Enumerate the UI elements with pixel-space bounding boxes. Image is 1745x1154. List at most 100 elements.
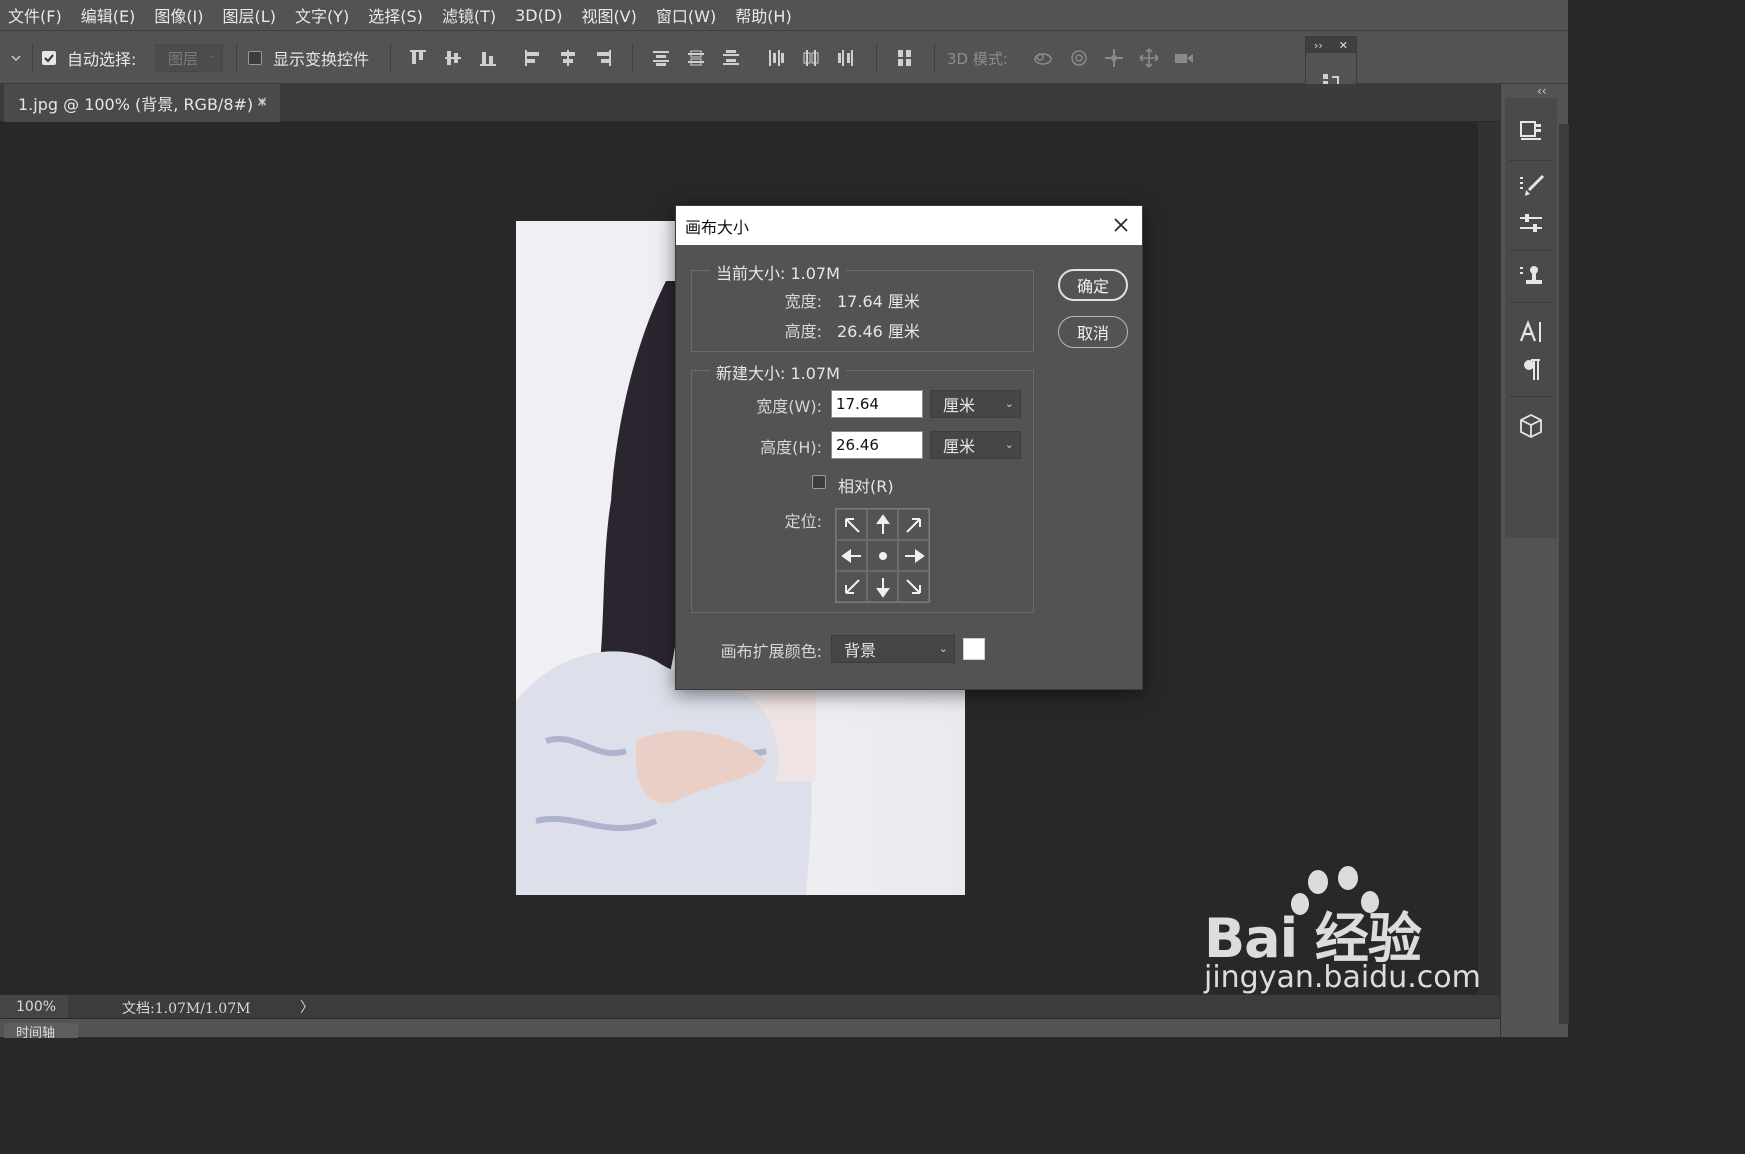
chevron-down-icon: ⌄ (1004, 397, 1014, 410)
extension-color-select[interactable]: 背景 ⌄ (831, 635, 955, 663)
menu-filter[interactable]: 滤镜(T) (442, 3, 496, 27)
close-icon[interactable]: ✕ (1339, 39, 1348, 52)
align-bottom-icon[interactable] (477, 47, 499, 69)
roll-3d-icon[interactable] (1068, 47, 1090, 69)
distribute-hcenter-icon[interactable] (800, 47, 822, 69)
width-input[interactable]: 17.64 (831, 390, 923, 418)
dialog-title-bar: 画布大小 (676, 206, 1142, 245)
zoom-level[interactable]: 100% (0, 995, 68, 1019)
menu-help[interactable]: 帮助(H) (735, 3, 792, 27)
height-input-value: 26.46 (836, 436, 879, 454)
distribute-vcenter-icon[interactable] (685, 47, 707, 69)
close-icon[interactable] (1112, 216, 1130, 234)
anchor-center[interactable] (867, 540, 898, 571)
current-height-value: 26.46 厘米 (837, 322, 920, 341)
brushes-icon[interactable] (1517, 172, 1545, 200)
relative-label: 相对(R) (838, 477, 894, 496)
menu-bar: 文件(F) 编辑(E) 图像(I) 图层(L) 文字(Y) 选择(S) 滤镜(T… (0, 0, 1568, 30)
menu-edit[interactable]: 编辑(E) (81, 3, 136, 27)
dialog-title: 画布大小 (685, 217, 750, 237)
anchor-dot-icon (878, 551, 887, 560)
anchor-top-right[interactable] (898, 509, 929, 540)
checkbox-unchecked (248, 51, 262, 65)
arrow-left-icon (840, 548, 861, 563)
height-unit-value: 厘米 (943, 437, 976, 456)
checkbox-checked (42, 51, 56, 65)
slide-3d-icon[interactable] (1138, 47, 1160, 69)
close-tab-icon[interactable]: × (256, 94, 268, 110)
extension-color-swatch[interactable] (963, 638, 985, 660)
collapse-dock-icon[interactable]: ‹‹ (1537, 84, 1547, 98)
anchor-bottom-right[interactable] (898, 571, 929, 602)
current-width-value: 17.64 厘米 (837, 292, 920, 311)
width-unit-value: 厘米 (943, 396, 976, 415)
align-left-icon[interactable] (522, 47, 544, 69)
align-hcenter-icon[interactable] (557, 47, 579, 69)
width-input-value: 17.64 (836, 395, 879, 413)
extension-color-value: 背景 (844, 641, 877, 660)
camera-3d-icon[interactable] (1173, 47, 1195, 69)
menu-view[interactable]: 视图(V) (581, 3, 636, 27)
distribute-left-icon[interactable] (765, 47, 787, 69)
baidu-watermark: Bai 经验 jingyan.baidu.com (1200, 860, 1500, 1010)
expand-icon[interactable]: ›› (1314, 39, 1323, 52)
ok-button[interactable]: 确定 (1058, 269, 1128, 301)
dock-scrollbar[interactable] (1559, 124, 1569, 1024)
menu-layer[interactable]: 图层(L) (223, 3, 276, 27)
paragraph-icon[interactable] (1517, 356, 1545, 384)
arrow-up-left-icon (844, 517, 860, 533)
chevron-down-icon: ⌄ (1004, 438, 1014, 451)
libraries-icon[interactable] (1517, 116, 1545, 144)
menu-image[interactable]: 图像(I) (154, 3, 203, 27)
anchor-left[interactable] (836, 540, 867, 571)
anchor-bottom[interactable] (867, 571, 898, 602)
anchor-top-left[interactable] (836, 509, 867, 540)
anchor-right[interactable] (898, 540, 929, 571)
tool-preset-dropdown[interactable] (10, 31, 22, 85)
distribute-bottom-icon[interactable] (720, 47, 742, 69)
document-tab[interactable]: 1.jpg @ 100% (背景, RGB/8#) * × (4, 84, 280, 122)
show-transform-checkbox[interactable] (248, 31, 262, 85)
cancel-button[interactable]: 取消 (1058, 316, 1128, 348)
timeline-panel: 时间轴 (0, 1018, 1500, 1038)
anchor-label: 定位: (784, 512, 822, 531)
status-menu-arrow[interactable]: 〉 (300, 997, 314, 1017)
arrow-up-right-icon (905, 517, 921, 533)
pan-3d-icon[interactable] (1103, 47, 1125, 69)
anchor-top[interactable] (867, 509, 898, 540)
auto-select-label: 自动选择: (67, 50, 137, 69)
arrow-down-icon (875, 577, 890, 598)
align-vcenter-icon[interactable] (442, 47, 464, 69)
character-icon[interactable] (1517, 318, 1545, 346)
3d-cube-icon[interactable] (1517, 412, 1545, 440)
document-tab-bar: 1.jpg @ 100% (背景, RGB/8#) * × (0, 84, 1500, 122)
timeline-tab[interactable]: 时间轴 (4, 1023, 78, 1038)
align-top-icon[interactable] (407, 47, 429, 69)
distribute-top-icon[interactable] (650, 47, 672, 69)
canvas-size-dialog: 画布大小 当前大小: 1.07M 宽度: 17.64 厘米 高度: 26.46 … (675, 205, 1143, 690)
auto-select-target-dropdown[interactable]: 图层 ⌄ (155, 31, 223, 85)
menu-3d[interactable]: 3D(D) (515, 6, 562, 25)
auto-align-icon[interactable] (894, 47, 916, 69)
menu-select[interactable]: 选择(S) (368, 3, 423, 27)
height-unit-select[interactable]: 厘米 ⌄ (930, 431, 1021, 459)
anchor-grid (835, 508, 930, 603)
orbit-3d-icon[interactable] (1032, 47, 1054, 69)
relative-checkbox[interactable] (812, 475, 826, 493)
height-input[interactable]: 26.46 (831, 431, 923, 459)
align-right-icon[interactable] (592, 47, 614, 69)
anchor-bottom-left[interactable] (836, 571, 867, 602)
auto-select-checkbox[interactable] (42, 31, 56, 85)
new-size-label: 新建大小: 1.07M (710, 360, 846, 384)
arrow-up-icon (875, 513, 890, 534)
width-label: 宽度(W): (756, 397, 822, 416)
current-width-label: 宽度: (784, 292, 822, 311)
menu-window[interactable]: 窗口(W) (656, 3, 716, 27)
menu-file[interactable]: 文件(F) (8, 3, 62, 27)
distribute-right-icon[interactable] (835, 47, 857, 69)
3d-mode-label: 3D 模式: (947, 49, 1008, 68)
menu-type[interactable]: 文字(Y) (295, 3, 349, 27)
width-unit-select[interactable]: 厘米 ⌄ (930, 390, 1021, 418)
clone-stamp-icon[interactable] (1517, 262, 1545, 290)
adjustments-icon[interactable] (1517, 210, 1545, 238)
